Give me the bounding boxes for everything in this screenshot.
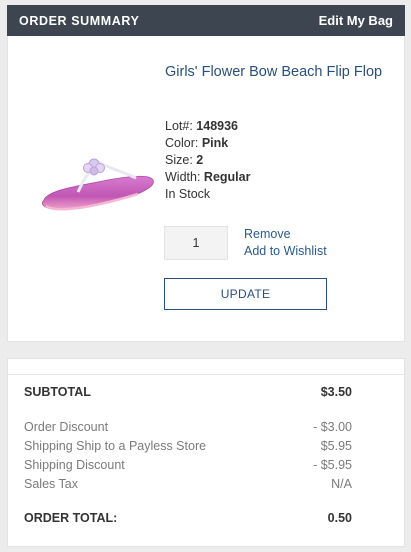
remove-link[interactable]: Remove: [244, 226, 327, 243]
order-discount-row: Order Discount - $3.00: [24, 420, 352, 434]
lot-value: 148936: [196, 119, 239, 133]
color-value: Pink: [201, 136, 229, 150]
lot-row: Lot#: 148936: [165, 118, 250, 135]
product-card: Girls' Flower Bow Beach Flip Flop Lot#: …: [7, 36, 405, 342]
color-row: Color: Pink: [165, 135, 250, 152]
line-label: Shipping Ship to a Payless Store: [24, 439, 207, 453]
edit-my-bag-link[interactable]: Edit My Bag: [319, 13, 393, 28]
line-label: Sales Tax: [24, 477, 78, 491]
item-actions: Remove Add to Wishlist: [244, 226, 327, 260]
line-label: Order Discount: [24, 420, 109, 434]
line-label: Shipping Discount: [24, 458, 125, 472]
shipping-discount-row: Shipping Discount - $5.95: [24, 458, 352, 472]
order-summary-title: ORDER SUMMARY: [19, 13, 140, 28]
subtotal-label: SUBTOTAL: [24, 385, 91, 399]
order-total-row: ORDER TOTAL: 0.50: [24, 511, 352, 525]
size-value: 2: [196, 153, 204, 167]
shipping-row: Shipping Ship to a Payless Store $5.95: [24, 439, 352, 453]
color-label: Color:: [165, 136, 199, 150]
size-row: Size: 2: [165, 152, 250, 169]
lot-label: Lot#:: [165, 119, 193, 133]
size-label: Size:: [165, 153, 193, 167]
stock-status: In Stock: [165, 187, 211, 201]
quantity-input[interactable]: 1: [164, 226, 228, 260]
order-total-label: ORDER TOTAL:: [24, 511, 118, 525]
width-label: Width:: [165, 170, 201, 184]
line-value: N/A: [331, 477, 352, 491]
subtotal-value: $3.50: [320, 385, 352, 399]
flip-flop-image: [41, 158, 154, 211]
line-value: $5.95: [320, 439, 352, 453]
width-row: Width: Regular: [165, 169, 250, 186]
totals-card: SUBTOTAL $3.50 Order Discount - $3.00 Sh…: [7, 358, 405, 547]
totals-divider: [8, 374, 404, 375]
order-total-value: 0.50: [327, 511, 352, 525]
add-to-wishlist-link[interactable]: Add to Wishlist: [244, 243, 327, 260]
product-attributes: Lot#: 148936 Color: Pink Size: 2 Width: …: [165, 118, 250, 203]
subtotal-row: SUBTOTAL $3.50: [24, 385, 352, 399]
product-name-link[interactable]: Girls' Flower Bow Beach Flip Flop: [165, 62, 385, 83]
line-value: - $5.95: [313, 458, 352, 472]
update-button[interactable]: UPDATE: [164, 278, 327, 310]
order-summary-header: ORDER SUMMARY Edit My Bag: [7, 5, 405, 36]
width-value: Regular: [203, 170, 251, 184]
sales-tax-row: Sales Tax N/A: [24, 477, 352, 491]
line-value: - $3.00: [313, 420, 352, 434]
